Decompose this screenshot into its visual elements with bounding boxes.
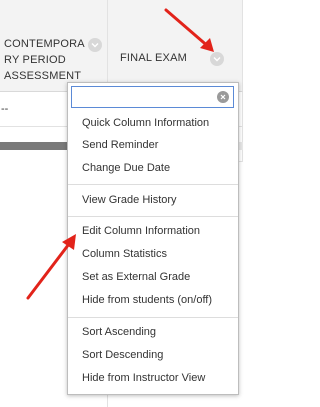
- menu-item-sort-descending[interactable]: Sort Descending: [82, 346, 163, 364]
- chevron-down-icon[interactable]: [88, 38, 102, 52]
- menu-item-set-as-external-grade[interactable]: Set as External Grade: [82, 268, 190, 286]
- menu-item-hide-from-students[interactable]: Hide from students (on/off): [82, 291, 212, 309]
- chevron-down-icon[interactable]: [210, 52, 224, 66]
- close-icon[interactable]: [217, 91, 229, 103]
- menu-divider: [68, 317, 238, 318]
- menu-item-edit-column-information[interactable]: Edit Column Information: [82, 222, 200, 240]
- column-context-menu: Quick Column Information Send Reminder C…: [67, 82, 239, 395]
- menu-search-box: [71, 86, 234, 108]
- menu-divider: [68, 184, 238, 185]
- menu-item-change-due-date[interactable]: Change Due Date: [82, 159, 170, 177]
- column-title: CONTEMPORA RY PERIOD ASSESSMENT: [4, 38, 85, 82]
- column-header-final-exam: FINAL EXAM: [108, 0, 243, 92]
- column-title: FINAL EXAM: [120, 52, 187, 64]
- menu-item-hide-from-instructor-view[interactable]: Hide from Instructor View: [82, 369, 205, 387]
- column-header-contemporary: CONTEMPORA RY PERIOD ASSESSMENT: [0, 0, 108, 92]
- menu-item-quick-column-information[interactable]: Quick Column Information: [82, 114, 209, 132]
- menu-divider: [68, 216, 238, 217]
- menu-item-send-reminder[interactable]: Send Reminder: [82, 136, 158, 154]
- menu-search-input[interactable]: [76, 88, 210, 108]
- menu-item-sort-ascending[interactable]: Sort Ascending: [82, 323, 156, 341]
- menu-item-view-grade-history[interactable]: View Grade History: [82, 191, 177, 209]
- menu-item-column-statistics[interactable]: Column Statistics: [82, 245, 167, 263]
